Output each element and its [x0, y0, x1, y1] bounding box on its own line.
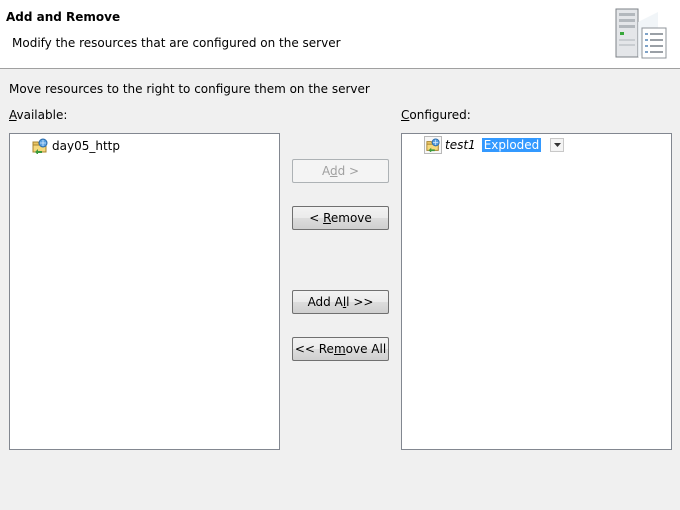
configured-label: Configured:	[401, 108, 471, 122]
add-all-button[interactable]: Add All >>	[292, 290, 389, 314]
server-icon	[614, 8, 668, 60]
web-project-icon	[424, 136, 442, 154]
dialog-header: Add and Remove Modify the resources that…	[0, 0, 680, 69]
publish-mode-value[interactable]: Exploded	[481, 138, 542, 152]
list-item[interactable]: test1 Exploded	[424, 136, 565, 154]
available-label: Available:	[9, 108, 68, 122]
available-list[interactable]: day05_http	[9, 133, 280, 450]
list-item[interactable]: day05_http	[32, 137, 120, 155]
web-project-icon	[32, 138, 48, 154]
dialog-title: Add and Remove	[6, 10, 121, 24]
list-item-label: day05_http	[52, 139, 120, 153]
remove-all-button[interactable]: << Remove All	[292, 337, 389, 361]
list-item-label: test1	[445, 138, 476, 152]
intro-text: Move resources to the right to configure…	[9, 82, 370, 96]
dialog-description: Modify the resources that are configured…	[12, 36, 341, 50]
chevron-down-icon[interactable]	[550, 138, 565, 152]
remove-button[interactable]: < Remove	[292, 206, 389, 230]
add-button[interactable]: Add >	[292, 159, 389, 183]
configured-list[interactable]: test1 Exploded	[401, 133, 672, 450]
